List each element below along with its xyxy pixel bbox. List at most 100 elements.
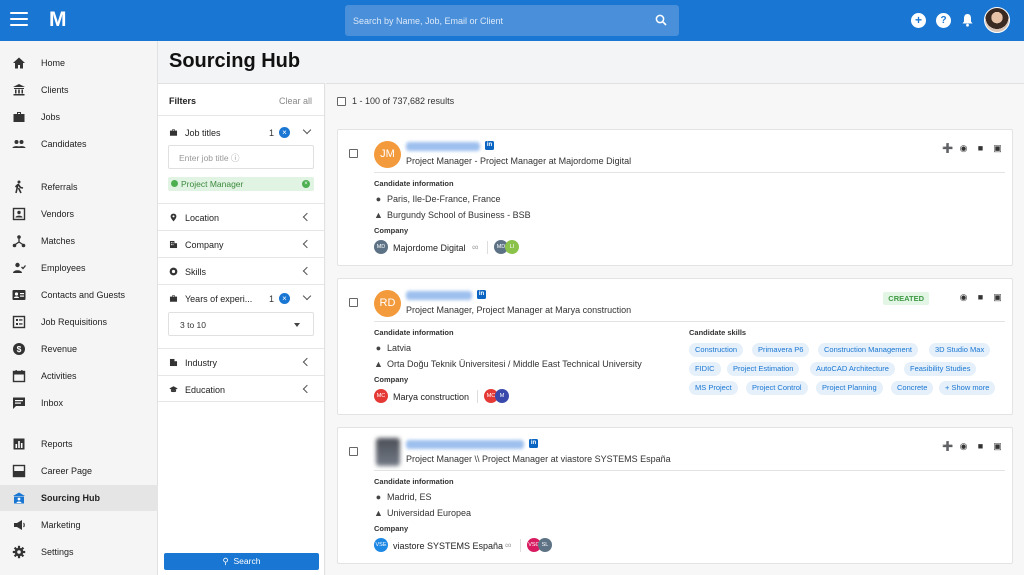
sidebar-item-employees[interactable]: Employees <box>0 255 158 281</box>
chevron-left-icon[interactable] <box>303 267 311 275</box>
sidebar-item-sourcing-hub[interactable]: Sourcing Hub <box>0 485 158 511</box>
candidate-card[interactable]: RD in Project Manager, Project Manager a… <box>337 278 1013 415</box>
eye-icon[interactable]: ◉ <box>959 144 968 153</box>
briefcase-icon[interactable]: ■ <box>976 442 985 451</box>
linkedin-icon[interactable]: in <box>529 439 538 448</box>
sidebar-item-vendors[interactable]: Vendors <box>0 201 158 227</box>
company-name[interactable]: Majordome Digital <box>393 243 466 253</box>
sidebar-item-home[interactable]: Home <box>0 50 158 76</box>
skill-tag[interactable]: FIDIC <box>689 362 721 376</box>
sidebar-item-job-requisitions[interactable]: Job Requisitions <box>0 309 158 335</box>
candidate-card[interactable]: JM in Project Manager - Project Manager … <box>337 129 1013 266</box>
sidebar-item-matches[interactable]: Matches <box>0 228 158 254</box>
search-input[interactable] <box>353 16 643 26</box>
status-badge: CREATED <box>883 292 929 305</box>
global-search[interactable] <box>345 5 679 36</box>
link-icon[interactable]: ∞ <box>472 242 478 252</box>
skill-tag[interactable]: AutoCAD Architecture <box>810 362 895 376</box>
job-title-input[interactable]: Enter job title ⓘ <box>168 145 314 169</box>
bell-icon[interactable] <box>961 13 974 27</box>
skill-tag[interactable]: Concrete <box>891 381 933 395</box>
company-name[interactable]: Marya construction <box>393 392 469 402</box>
sidebar-item-jobs[interactable]: Jobs <box>0 104 158 130</box>
candidate-checkbox[interactable] <box>349 298 358 307</box>
candidate-info-label: Candidate information <box>374 477 454 486</box>
skill-tag[interactable]: Construction Management <box>818 343 918 357</box>
clear-filter-icon[interactable]: × <box>279 127 290 138</box>
sidebar-item-clients[interactable]: Clients <box>0 77 158 103</box>
company-avatar: VSE <box>374 538 388 552</box>
chevron-left-icon[interactable] <box>303 213 311 221</box>
skill-tag[interactable]: 3D Studio Max <box>929 343 990 357</box>
skill-tag[interactable]: Feasibility Studies <box>904 362 976 376</box>
sidebar-item-activities[interactable]: Activities <box>0 363 158 389</box>
skill-tag[interactable]: Construction <box>689 343 743 357</box>
candidate-name-blurred[interactable] <box>406 291 472 300</box>
chevron-down-icon[interactable] <box>303 292 311 300</box>
chevron-left-icon[interactable] <box>303 358 311 366</box>
briefcase-icon[interactable]: ■ <box>976 144 985 153</box>
show-more-skills-button[interactable]: + Show more <box>939 381 995 395</box>
skill-tag[interactable]: Project Control <box>746 381 808 395</box>
filter-skills[interactable]: Skills <box>158 257 324 284</box>
folder-icon[interactable]: ▣ <box>993 144 1002 153</box>
folder-icon[interactable]: ▣ <box>993 293 1002 302</box>
skill-tag[interactable]: Project Estimation <box>727 362 799 376</box>
job-title-chip[interactable]: Project Manager× <box>168 177 314 191</box>
help-icon[interactable]: ? <box>936 13 951 28</box>
clear-all-link[interactable]: Clear all <box>279 96 312 106</box>
candidate-card[interactable]: in Project Manager \\ Project Manager at… <box>337 427 1013 564</box>
folder-icon[interactable]: ▣ <box>993 442 1002 451</box>
candidate-checkbox[interactable] <box>349 149 358 158</box>
add-icon[interactable]: + <box>911 13 926 28</box>
sidebar-item-referrals[interactable]: Referrals <box>0 174 158 200</box>
sidebar-item-revenue[interactable]: $ Revenue <box>0 336 158 362</box>
years-select[interactable]: 3 to 10 <box>168 312 314 336</box>
eye-icon[interactable]: ◉ <box>959 293 968 302</box>
company-name[interactable]: viastore SYSTEMS España <box>393 541 503 551</box>
requisition-icon <box>12 315 26 329</box>
page-icon <box>12 464 26 478</box>
menu-icon[interactable] <box>10 12 28 28</box>
skill-tag[interactable]: Project Planning <box>816 381 883 395</box>
clear-filter-icon[interactable]: × <box>279 293 290 304</box>
app-logo[interactable]: M <box>49 9 71 31</box>
search-button[interactable]: ⚲ Search <box>164 553 319 570</box>
chevron-left-icon[interactable] <box>303 240 311 248</box>
linkedin-icon[interactable]: in <box>485 141 494 150</box>
remove-chip-icon[interactable]: × <box>302 180 310 188</box>
candidate-headline: Project Manager, Project Manager at Mary… <box>406 305 631 315</box>
add-person-icon[interactable]: ➕ <box>942 144 951 153</box>
sidebar-item-inbox[interactable]: Inbox <box>0 390 158 416</box>
filter-education[interactable]: Education <box>158 375 324 402</box>
add-person-icon[interactable]: ➕ <box>942 442 951 451</box>
sidebar-item-reports[interactable]: Reports <box>0 431 158 457</box>
sidebar-item-career-page[interactable]: Career Page <box>0 458 158 484</box>
briefcase-icon[interactable]: ■ <box>976 293 985 302</box>
filter-company[interactable]: Company <box>158 230 324 257</box>
sidebar-item-marketing[interactable]: Marketing <box>0 512 158 538</box>
briefcase-icon <box>169 128 178 137</box>
divider <box>374 470 1005 471</box>
candidate-name-blurred[interactable] <box>406 440 524 449</box>
skill-tag[interactable]: MS Project <box>689 381 738 395</box>
filter-location[interactable]: Location <box>158 203 324 230</box>
select-all-checkbox[interactable] <box>337 97 346 106</box>
user-avatar[interactable] <box>984 7 1010 33</box>
sidebar-item-contacts-and-guests[interactable]: Contacts and Guests <box>0 282 158 308</box>
chevron-down-icon[interactable] <box>303 126 311 134</box>
calendar-icon <box>12 369 26 383</box>
location-pin-icon: ● <box>374 343 383 353</box>
candidate-name-blurred[interactable] <box>406 142 480 151</box>
sidebar-item-candidates[interactable]: Candidates <box>0 131 158 157</box>
sidebar-item-settings[interactable]: Settings <box>0 539 158 565</box>
search-icon[interactable] <box>655 14 667 26</box>
filter-industry[interactable]: Industry <box>158 348 324 375</box>
link-icon[interactable]: ∞ <box>505 540 511 550</box>
eye-icon[interactable]: ◉ <box>959 442 968 451</box>
chevron-left-icon[interactable] <box>303 385 311 393</box>
linkedin-icon[interactable]: in <box>477 290 486 299</box>
skill-tag[interactable]: Primavera P6 <box>752 343 809 357</box>
candidate-checkbox[interactable] <box>349 447 358 456</box>
filter-count: 1 <box>269 128 274 138</box>
